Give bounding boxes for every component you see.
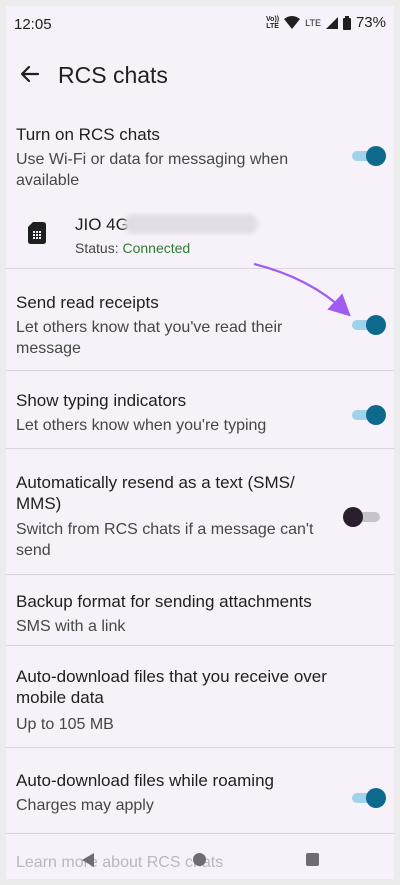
- setting-subtitle: Charges may apply: [16, 797, 154, 814]
- status-time: 12:05: [14, 16, 52, 33]
- divider: [6, 833, 394, 834]
- status-icons: Vo)) LTE LTE 73%: [266, 14, 386, 31]
- wifi-icon: [284, 16, 301, 29]
- setting-auto-download-mobile[interactable]: Auto-download files that you receive ove…: [6, 646, 394, 747]
- volte-icon: Vo)) LTE: [266, 15, 280, 30]
- toggle-thumb: [366, 405, 386, 425]
- arrow-back-icon[interactable]: [16, 60, 44, 88]
- read-receipts-toggle[interactable]: [352, 314, 386, 336]
- rcs-chats-toggle[interactable]: [352, 145, 386, 167]
- sim-card-icon: [28, 222, 46, 244]
- nav-recents-icon[interactable]: [306, 853, 319, 866]
- toggle-thumb: [343, 507, 363, 527]
- setting-title: Auto-download files while roaming: [16, 771, 274, 790]
- setting-title: Auto-download files that you receive ove…: [16, 667, 327, 707]
- sim-status: Status: Connected: [75, 240, 191, 256]
- auto-download-roaming-toggle[interactable]: [352, 787, 386, 809]
- typing-indicators-toggle[interactable]: [352, 404, 386, 426]
- setting-subtitle: Switch from RCS chats if a message can't…: [16, 521, 314, 559]
- status-bar: 12:05 Vo)) LTE LTE 73%: [6, 6, 394, 38]
- sim-status-value: Connected: [122, 240, 191, 256]
- setting-subtitle: Let others know when you're typing: [16, 417, 267, 434]
- auto-resend-toggle[interactable]: [343, 506, 380, 528]
- sim-number-redacted: [124, 214, 258, 234]
- battery-icon: [342, 15, 351, 30]
- setting-rcs-chats[interactable]: Turn on RCS chats Use Wi-Fi or data for …: [6, 114, 394, 194]
- screen: 12:05 Vo)) LTE LTE 73% RCS chats Turn on …: [6, 6, 394, 879]
- setting-subtitle: Use Wi-Fi or data for messaging when ava…: [16, 151, 289, 189]
- setting-subtitle: SMS with a link: [16, 618, 126, 635]
- battery-percent: 73%: [355, 14, 386, 31]
- setting-title: Show typing indicators: [16, 391, 187, 410]
- annotation-arrow: [253, 262, 351, 317]
- setting-auto-resend[interactable]: Automatically resend as a text (SMS/ MMS…: [6, 449, 394, 574]
- page-title: RCS chats: [58, 62, 168, 88]
- setting-auto-download-roaming[interactable]: Auto-download files while roaming Charge…: [6, 748, 394, 833]
- setting-title: Turn on RCS chats: [16, 125, 160, 144]
- setting-subtitle: Let others know that you've read their m…: [16, 319, 283, 357]
- setting-title: Backup format for sending attachments: [16, 592, 312, 611]
- signal-icon: [325, 16, 338, 29]
- setting-typing-indicators[interactable]: Show typing indicators Let others know w…: [6, 371, 394, 448]
- nav-home-icon[interactable]: [193, 853, 206, 866]
- setting-title: Automatically resend as a text (SMS/ MMS…: [16, 473, 295, 513]
- toggle-thumb: [366, 315, 386, 335]
- sim-name: JIO 4G: [75, 215, 129, 234]
- setting-subtitle: Up to 105 MB: [16, 716, 114, 733]
- learn-more-link[interactable]: Learn more about RCS chats: [16, 854, 223, 872]
- app-bar: RCS chats: [6, 46, 394, 104]
- toggle-thumb: [366, 788, 386, 808]
- setting-backup-format[interactable]: Backup format for sending attachments SM…: [6, 575, 394, 645]
- nav-back-icon[interactable]: [80, 852, 96, 868]
- toggle-thumb: [366, 146, 386, 166]
- network-type: LTE: [305, 17, 321, 28]
